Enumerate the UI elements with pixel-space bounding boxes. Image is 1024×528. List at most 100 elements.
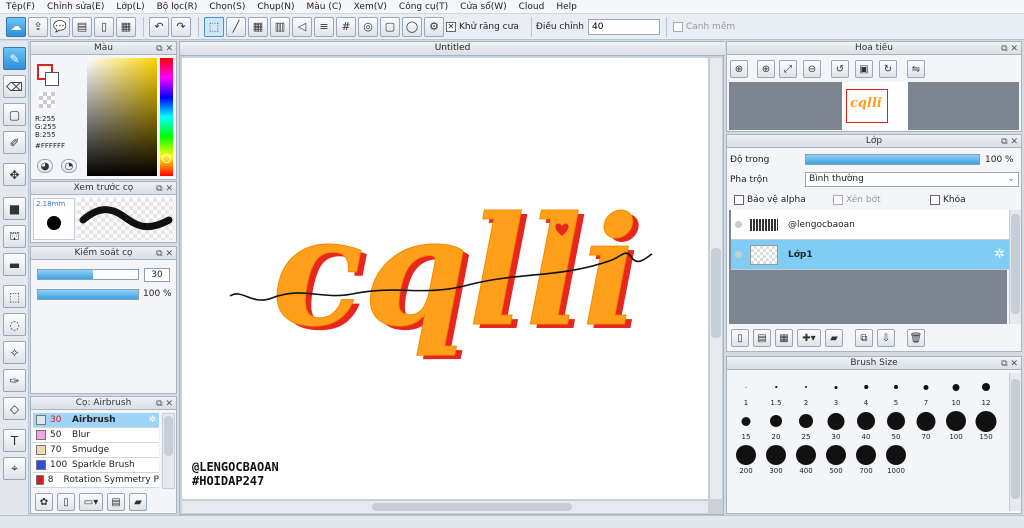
brush-size-option[interactable]: 20 [761,409,791,441]
brush-list-scrollbar[interactable] [162,413,175,489]
brush-size-value[interactable]: 30 [144,268,170,282]
layer-row-selected[interactable]: Lớp1 ✲ [731,240,1009,270]
zoom-in-icon[interactable]: ⊕ [730,60,748,78]
layer-list-scrollbar[interactable] [1009,210,1021,324]
brush-item[interactable]: 50 Blur [33,428,159,443]
canvas-tab[interactable]: Untitled [180,42,725,56]
panel-controls-icon[interactable]: ⧉ ✕ [1001,358,1018,370]
panel-controls-icon[interactable]: ⧉ ✕ [156,398,173,410]
brush-size-option[interactable]: 150 [971,409,1001,441]
brush-size-option[interactable]: 4 [851,375,881,407]
brush-settings-icon[interactable]: ✲ [148,415,156,425]
ellipse-ruler-icon[interactable]: ◯ [402,16,422,37]
brush-size-option[interactable]: 70 [911,409,941,441]
reset-rotation-icon[interactable]: ▣ [855,60,873,78]
gradient-tool-icon[interactable]: ▬ [3,253,26,276]
menu-filter[interactable]: Bộ lọc(R) [151,2,204,12]
eyedropper-tool-icon[interactable]: ⌖ [3,457,26,480]
brush-opacity-slider[interactable] [37,289,139,300]
settings-icon[interactable]: ⚙ [424,16,444,37]
merge-layer-icon[interactable]: ⇩ [877,329,895,347]
brush-size-option[interactable]: 1000 [881,443,911,475]
menu-select[interactable]: Chọn(S) [203,2,251,12]
add-brush-icon[interactable]: ✿ [35,493,53,511]
canvas-vertical-scrollbar[interactable] [709,58,722,499]
brush-size-option[interactable]: 100 [941,409,971,441]
protect-alpha-checkbox[interactable] [734,195,744,205]
document-icon[interactable]: ▯ [94,16,114,37]
vertical-scroll-thumb[interactable] [711,248,721,338]
select-eraser-tool-icon[interactable]: ◇ [3,397,26,420]
brush-size-option[interactable]: 5 [881,375,911,407]
pen-tool-icon[interactable]: ✐ [3,131,26,154]
protect-alpha-option[interactable]: Bảo vệ alpha [734,195,806,205]
brush-file-icon[interactable]: ▤ [107,493,125,511]
share-icon[interactable]: ⇪ [28,16,48,37]
brush-size-option[interactable]: 2 [791,375,821,407]
horizontal-scroll-thumb[interactable] [372,503,572,511]
grid-icon[interactable]: ▦ [248,16,268,37]
rotate-right-icon[interactable]: ↻ [879,60,897,78]
copy-brush-icon[interactable]: ▭▾ [79,493,103,511]
saturation-value-picker[interactable] [87,58,157,176]
brush-size-option[interactable]: 300 [761,443,791,475]
lock-option[interactable]: Khóa [930,195,966,205]
undo-icon[interactable]: ↶ [149,16,169,37]
brush-item[interactable]: 30 Airbrush ✲ [33,413,159,428]
brush-size-option[interactable]: 40 [851,409,881,441]
rectangle-tool-icon[interactable]: ▢ [3,103,26,126]
color-mixer-icon[interactable]: ◔ [61,159,77,173]
new-halftone-layer-icon[interactable]: ▦ [775,329,793,347]
layer-opacity-slider[interactable] [805,154,980,165]
brush-item[interactable]: 8 Rotation Symmetry P [33,473,159,488]
brush-size-option[interactable]: 700 [851,443,881,475]
cloud-icon[interactable]: ☁ [6,16,26,37]
brush-size-option[interactable]: 7 [911,375,941,407]
selection-rect-icon[interactable]: ⬚ [204,16,224,37]
zoom-in-plus-icon[interactable]: ⊕ [757,60,775,78]
brush-size-option[interactable]: 12 [971,375,1001,407]
panel-controls-icon[interactable]: ⧉ ✕ [156,183,173,195]
fit-screen-icon[interactable]: ⤢ [779,60,797,78]
zoom-out-icon[interactable]: ⊖ [803,60,821,78]
duplicate-layer-icon[interactable]: ⧉ [855,329,873,347]
brush-size-option[interactable]: 1 [731,375,761,407]
menu-window[interactable]: Cửa sổ(W) [454,2,512,12]
adjust-input[interactable] [587,18,660,35]
transparent-swatch[interactable] [39,92,55,108]
panel-controls-icon[interactable]: ⧉ ✕ [1001,43,1018,55]
new-layer-icon[interactable]: ▯ [731,329,749,347]
antialias-checkbox[interactable]: ✕ [446,21,456,32]
brush-size-scrollbar[interactable] [1009,373,1021,511]
menu-layer[interactable]: Lớp(L) [110,2,150,12]
concentric-icon[interactable]: ◎ [358,16,378,37]
move-tool-icon[interactable]: ✥ [3,163,26,186]
menu-capture[interactable]: Chụp(N) [251,2,300,12]
menu-cloud[interactable]: Cloud [513,2,551,12]
brush-size-option[interactable]: 3 [821,375,851,407]
layer-folder-icon[interactable]: ▰ [825,329,843,347]
lasso-tool-icon[interactable]: ◌ [3,313,26,336]
brush-size-option[interactable]: 1.5 [761,375,791,407]
menu-help[interactable]: Help [550,2,583,12]
add-layer-dropdown-icon[interactable]: ✚▾ [797,329,821,347]
menu-view[interactable]: Xem(V) [348,2,393,12]
select-tool-icon[interactable]: ⬚ [3,285,26,308]
brush-tool-icon[interactable]: ✎ [3,47,26,70]
bucket-tool-icon[interactable]: ⛫ [3,225,26,248]
smooth-checkbox[interactable] [672,21,683,32]
layer-row[interactable]: @lengocbaoan [731,210,1009,240]
brush-size-slider[interactable] [37,269,139,280]
panel-controls-icon[interactable]: ⧉ ✕ [156,43,173,55]
layer-settings-icon[interactable]: ✲ [994,247,1005,262]
menu-color[interactable]: Màu (C) [301,2,348,12]
layer-scroll-thumb[interactable] [1011,214,1020,314]
message-icon[interactable]: ▤ [72,16,92,37]
text-tool-icon[interactable]: T [3,429,26,452]
brush-size-option[interactable]: 50 [881,409,911,441]
layer-visibility-icon[interactable] [735,221,742,228]
layer-visibility-icon[interactable] [735,251,742,258]
magic-wand-tool-icon[interactable]: ✧ [3,341,26,364]
panel-controls-icon[interactable]: ⧉ ✕ [1001,136,1018,148]
eraser-tool-icon[interactable]: ⌫ [3,75,26,98]
